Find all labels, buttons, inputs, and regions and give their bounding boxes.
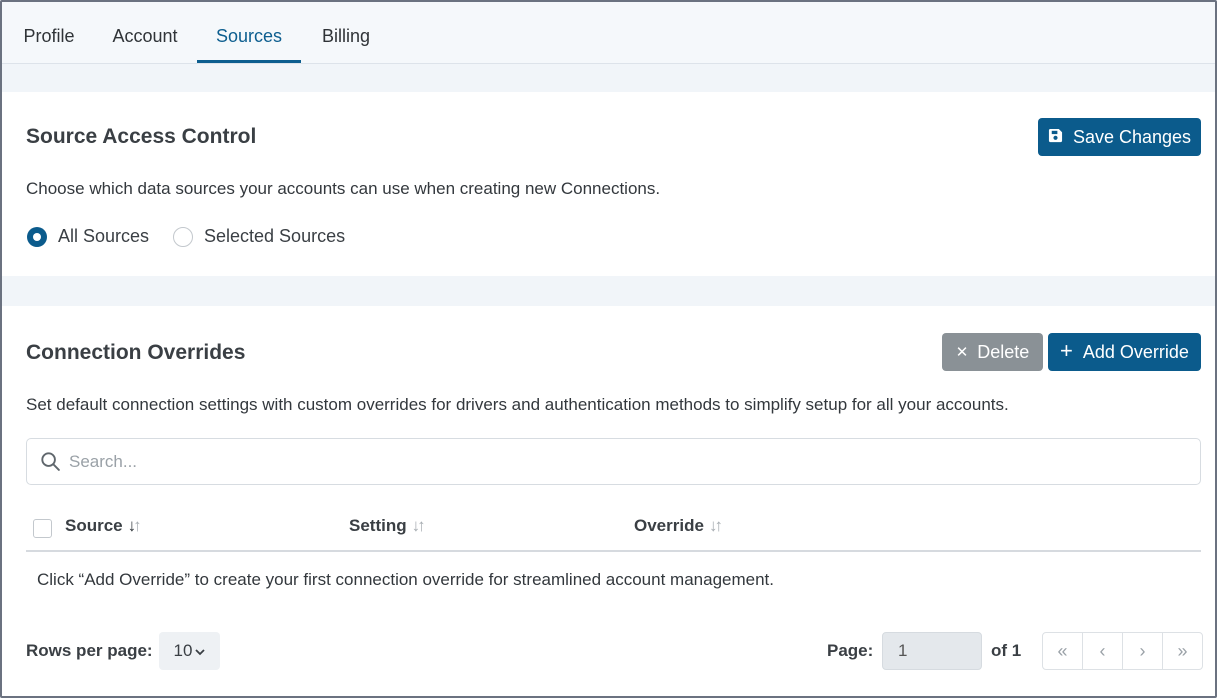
delete-button[interactable]: ✕ Delete — [942, 333, 1043, 371]
add-override-label: Add Override — [1082, 341, 1189, 362]
page-label: Page: — [827, 641, 874, 660]
rows-per-page-select[interactable]: 10 — [159, 632, 220, 670]
delete-label: Delete — [977, 341, 1030, 362]
column-label: Source — [65, 516, 123, 535]
chevron-down-icon — [195, 641, 206, 661]
pagination-controls: « ‹ › » — [1042, 632, 1203, 670]
double-chevron-left-icon: « — [1057, 640, 1068, 661]
section-description: Set default connection settings with cus… — [26, 395, 1009, 414]
search-input[interactable] — [69, 439, 1189, 484]
tab-bar: Profile Account Sources Billing — [2, 2, 1215, 64]
rows-per-page-label: Rows per page: — [26, 641, 153, 660]
page-number-input[interactable]: 1 — [882, 632, 982, 670]
section-title: Connection Overrides — [26, 341, 246, 364]
next-page-button[interactable]: › — [1123, 633, 1163, 669]
column-header-source[interactable]: Source ↓↑ — [65, 516, 142, 536]
plus-icon: + — [1060, 338, 1073, 363]
column-label: Setting — [349, 516, 407, 535]
save-changes-label: Save Changes — [1072, 126, 1192, 147]
rows-per-page-value: 10 — [173, 641, 193, 660]
connection-overrides-panel: Connection Overrides ✕ Delete + Add Over… — [2, 306, 1215, 696]
save-icon — [1048, 127, 1063, 148]
tab-profile[interactable]: Profile — [21, 2, 77, 64]
radio-selected-indicator — [27, 226, 47, 247]
page-total-label: of 1 — [991, 641, 1022, 660]
source-access-panel: Source Access Control Save Changes Choos… — [2, 92, 1215, 276]
search-box — [26, 438, 1201, 485]
last-page-button[interactable]: » — [1163, 633, 1202, 669]
column-header-override[interactable]: Override ↓↑ — [634, 516, 723, 536]
section-description: Choose which data sources your accounts … — [26, 179, 661, 198]
close-icon: ✕ — [955, 344, 969, 361]
active-tab-indicator — [197, 60, 301, 63]
save-changes-button[interactable]: Save Changes — [1038, 118, 1201, 156]
sort-desc-icon: ↓↑ — [127, 516, 142, 535]
empty-state-message: Click “Add Override” to create your firs… — [37, 570, 774, 589]
previous-page-button[interactable]: ‹ — [1083, 633, 1123, 669]
column-header-setting[interactable]: Setting ↓↑ — [349, 516, 426, 536]
search-icon — [40, 451, 61, 477]
radio-selected-sources[interactable]: Selected Sources — [173, 226, 345, 247]
section-title: Source Access Control — [26, 125, 257, 148]
radio-label: Selected Sources — [204, 226, 346, 246]
tab-sources[interactable]: Sources — [197, 2, 301, 64]
table-header-divider — [26, 550, 1201, 552]
tab-billing[interactable]: Billing — [318, 2, 374, 64]
first-page-button[interactable]: « — [1043, 633, 1083, 669]
radio-all-sources[interactable]: All Sources — [27, 226, 149, 247]
chevron-left-icon: ‹ — [1099, 640, 1106, 661]
select-all-checkbox[interactable] — [33, 519, 52, 538]
double-chevron-right-icon: » — [1177, 640, 1188, 661]
app-window: Profile Account Sources Billing Source A… — [0, 0, 1217, 698]
tab-account[interactable]: Account — [110, 2, 180, 64]
radio-label: All Sources — [58, 226, 150, 246]
column-label: Override — [634, 516, 704, 535]
sort-icon: ↓↑ — [411, 516, 426, 535]
chevron-right-icon: › — [1139, 640, 1146, 661]
radio-unselected-indicator — [173, 226, 193, 247]
add-override-button[interactable]: + Add Override — [1048, 333, 1201, 371]
sort-icon: ↓↑ — [708, 516, 723, 535]
